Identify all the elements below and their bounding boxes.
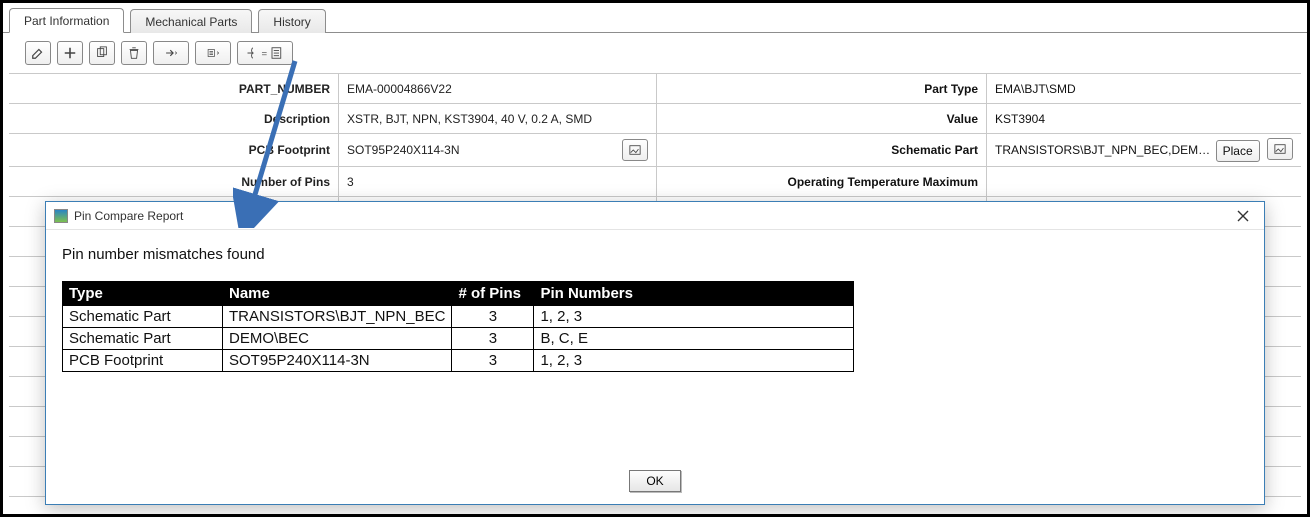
value-schematic-part: TRANSISTORS\BJT_NPN_BEC,DEMO\BEC Place bbox=[987, 134, 1301, 166]
report-table: Type Name # of Pins Pin Numbers Schemati… bbox=[62, 281, 854, 372]
tab-bar: Part Information Mechanical Parts Histor… bbox=[3, 3, 1307, 33]
dialog-title-text: Pin Compare Report bbox=[74, 209, 183, 223]
col-pin-numbers: Pin Numbers bbox=[534, 282, 854, 306]
property-grid: PART_NUMBER EMA-00004866V22 Part Type EM… bbox=[9, 73, 1301, 197]
dialog-message: Pin number mismatches found bbox=[62, 246, 1248, 263]
value-description: XSTR, BJT, NPN, KST3904, 40 V, 0.2 A, SM… bbox=[339, 104, 657, 133]
copy-icon bbox=[95, 46, 109, 60]
value-part-number: EMA-00004866V22 bbox=[339, 74, 657, 103]
col-type: Type bbox=[63, 282, 223, 306]
place-button[interactable]: Place bbox=[1216, 140, 1260, 162]
close-icon bbox=[1237, 210, 1249, 222]
label-pcb-footprint: PCB Footprint bbox=[9, 134, 339, 166]
browse-footprint-button[interactable] bbox=[622, 139, 648, 161]
add-button[interactable] bbox=[57, 41, 83, 65]
ok-button[interactable]: OK bbox=[629, 470, 680, 492]
tab-mechanical-parts[interactable]: Mechanical Parts bbox=[130, 9, 252, 33]
table-row: PCB Footprint SOT95P240X114-3N 3 1, 2, 3 bbox=[63, 350, 854, 372]
image-icon bbox=[1274, 143, 1286, 155]
trash-icon bbox=[127, 46, 141, 60]
toolbar: = bbox=[3, 33, 1307, 73]
delete-button[interactable] bbox=[121, 41, 147, 65]
value-value: KST3904 bbox=[987, 104, 1301, 133]
browse-schematic-button[interactable] bbox=[1267, 138, 1293, 160]
dialog-close-button[interactable] bbox=[1230, 206, 1256, 226]
pin-compare-dialog: Pin Compare Report Pin number mismatches… bbox=[45, 201, 1265, 505]
tab-label: Mechanical Parts bbox=[145, 15, 237, 29]
svg-text:=: = bbox=[262, 49, 268, 60]
dialog-app-icon bbox=[54, 209, 68, 223]
value-op-temp-max bbox=[987, 167, 1301, 196]
image-icon bbox=[629, 144, 641, 156]
dialog-body: Pin number mismatches found Type Name # … bbox=[46, 230, 1264, 462]
tab-label: Part Information bbox=[24, 14, 109, 28]
app-window: Part Information Mechanical Parts Histor… bbox=[0, 0, 1310, 517]
value-number-of-pins: 3 bbox=[339, 167, 657, 196]
menu-button[interactable] bbox=[195, 41, 231, 65]
plus-icon bbox=[63, 46, 77, 60]
tab-part-information[interactable]: Part Information bbox=[9, 8, 124, 33]
copy-button[interactable] bbox=[89, 41, 115, 65]
label-op-temp-max: Operating Temperature Maximum bbox=[657, 167, 987, 196]
col-name: Name bbox=[223, 282, 452, 306]
stack-icon bbox=[206, 46, 220, 60]
label-part-number: PART_NUMBER bbox=[9, 74, 339, 103]
dialog-titlebar: Pin Compare Report bbox=[46, 202, 1264, 230]
value-pcb-footprint: SOT95P240X114-3N bbox=[339, 134, 657, 166]
tab-label: History bbox=[273, 15, 310, 29]
next-button[interactable] bbox=[153, 41, 189, 65]
table-header-row: Type Name # of Pins Pin Numbers bbox=[63, 282, 854, 306]
dialog-footer: OK bbox=[46, 462, 1264, 504]
arrow-right-icon bbox=[164, 46, 178, 60]
label-number-of-pins: Number of Pins bbox=[9, 167, 339, 196]
compare-icon: = bbox=[243, 46, 287, 60]
pencil-icon bbox=[31, 46, 45, 60]
table-row: Schematic Part DEMO\BEC 3 B, C, E bbox=[63, 328, 854, 350]
label-value: Value bbox=[657, 104, 987, 133]
edit-button[interactable] bbox=[25, 41, 51, 65]
col-num-pins: # of Pins bbox=[452, 282, 534, 306]
compare-button[interactable]: = bbox=[237, 41, 293, 65]
label-description: Description bbox=[9, 104, 339, 133]
label-part-type: Part Type bbox=[657, 74, 987, 103]
table-row: Schematic Part TRANSISTORS\BJT_NPN_BEC 3… bbox=[63, 306, 854, 328]
label-schematic-part: Schematic Part bbox=[657, 134, 987, 166]
tab-history[interactable]: History bbox=[258, 9, 325, 33]
value-part-type: EMA\BJT\SMD bbox=[987, 74, 1301, 103]
